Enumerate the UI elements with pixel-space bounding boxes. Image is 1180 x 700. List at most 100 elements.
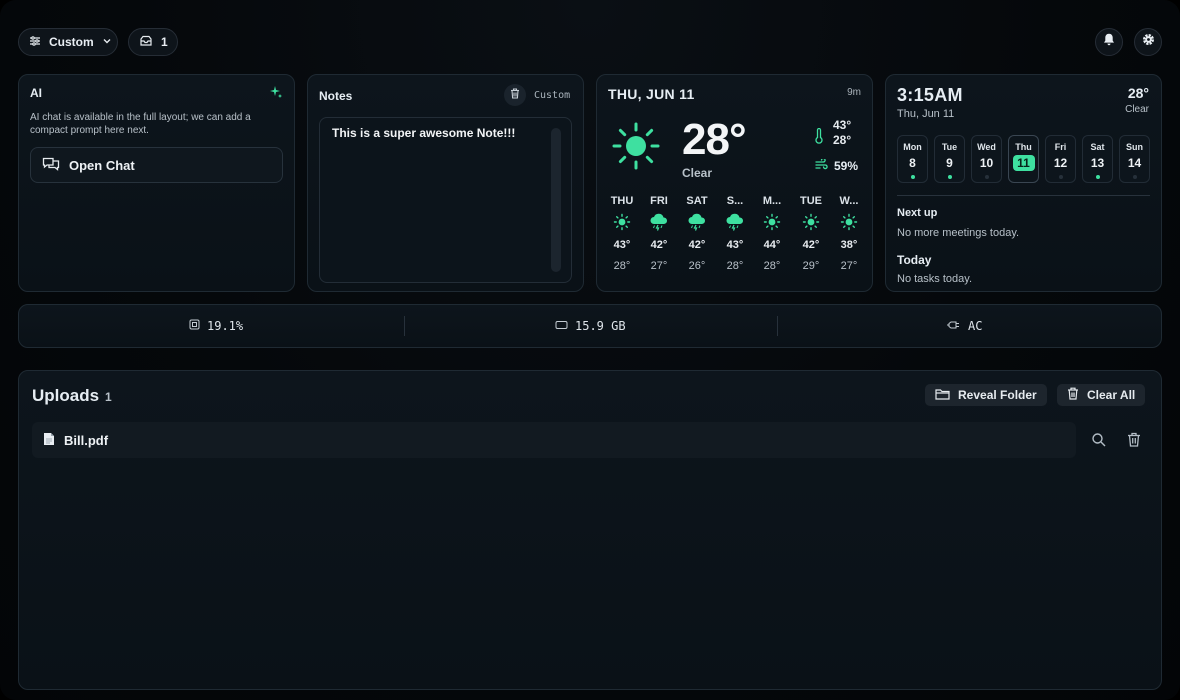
notifications-button[interactable] bbox=[1095, 28, 1123, 56]
forecast-day-name: TUE bbox=[800, 195, 822, 207]
forecast-day-name: W... bbox=[839, 195, 859, 207]
calendar-day[interactable]: Fri 12 bbox=[1045, 135, 1076, 183]
forecast-low: 28° bbox=[763, 260, 781, 272]
forecast-day-name: FRI bbox=[650, 195, 668, 207]
forecast-day: W... 38° 27° bbox=[831, 195, 867, 272]
layout-selector[interactable]: Custom bbox=[18, 28, 118, 56]
layout-label: Custom bbox=[49, 35, 94, 49]
notes-scrollbar[interactable] bbox=[551, 128, 561, 272]
weather-humidity-row: 59% bbox=[815, 157, 858, 173]
weather-high-low: 43° 28° bbox=[833, 118, 851, 148]
thermometer-icon bbox=[815, 127, 823, 149]
clear-all-button[interactable]: Clear All bbox=[1057, 384, 1146, 406]
event-dot bbox=[1132, 175, 1137, 179]
event-dot bbox=[984, 175, 989, 179]
memory-value: 15.9 GB bbox=[575, 319, 626, 333]
calendar-day[interactable]: Sun 14 bbox=[1119, 135, 1150, 183]
reveal-folder-button[interactable]: Reveal Folder bbox=[925, 384, 1047, 406]
calendar-day[interactable]: Sat 13 bbox=[1082, 135, 1113, 183]
forecast-day: SAT 42° 26° bbox=[679, 195, 715, 272]
notes-delete-button[interactable] bbox=[504, 84, 526, 106]
forecast-low: 27° bbox=[840, 260, 858, 272]
calendar-day-number: 9 bbox=[946, 156, 953, 170]
forecast-high: 42° bbox=[802, 239, 820, 251]
calendar-card: 3:15AM Thu, Jun 11 28° Clear Mon 8 Tue 9 Wed… bbox=[885, 74, 1162, 292]
forecast-day: FRI 42° 27° bbox=[641, 195, 677, 272]
sun-icon bbox=[754, 211, 790, 233]
clear-all-label: Clear All bbox=[1087, 388, 1136, 402]
forecast-low: 28° bbox=[726, 260, 744, 272]
weather-condition: Clear bbox=[682, 166, 713, 180]
forecast-low: 28° bbox=[613, 260, 631, 272]
calendar-temperature: 28° bbox=[1127, 85, 1149, 101]
divider bbox=[897, 195, 1150, 196]
forecast-high: 44° bbox=[763, 239, 781, 251]
calendar-day[interactable]: Tue 9 bbox=[934, 135, 965, 183]
sun-icon bbox=[793, 211, 829, 233]
ai-description: AI chat is available in the full layout;… bbox=[30, 112, 251, 136]
notes-mode[interactable]: Custom bbox=[534, 90, 570, 101]
calendar-day-number: 14 bbox=[1127, 156, 1142, 170]
calendar-day-name: Mon bbox=[903, 142, 922, 152]
cpu-icon bbox=[189, 319, 200, 333]
calendar-day[interactable]: Mon 8 bbox=[897, 135, 928, 183]
weather-updated: 9m bbox=[847, 87, 861, 98]
uploads-count: 1 bbox=[105, 390, 112, 404]
power-value: AC bbox=[968, 319, 983, 333]
search-icon[interactable] bbox=[1091, 432, 1107, 453]
calendar-day[interactable]: Thu 11 bbox=[1008, 135, 1039, 183]
storm-icon bbox=[679, 211, 715, 233]
event-dot bbox=[947, 175, 952, 179]
upload-file-name: Bill.pdf bbox=[64, 432, 109, 448]
calendar-day[interactable]: Wed 10 bbox=[971, 135, 1002, 183]
stat-divider bbox=[777, 316, 778, 336]
today-text: No tasks today. bbox=[897, 273, 972, 285]
notes-textarea[interactable]: This is a super awesome Note!!! bbox=[319, 117, 572, 283]
storm-icon bbox=[641, 211, 677, 233]
sun-icon bbox=[611, 121, 661, 176]
inbox-icon bbox=[139, 35, 153, 50]
system-stats-bar: 19.1% 15.9 GB AC bbox=[18, 304, 1162, 348]
calendar-day-number: 10 bbox=[979, 156, 994, 170]
wind-icon bbox=[815, 157, 828, 173]
weather-temperature: 28° bbox=[682, 115, 747, 164]
forecast-high: 42° bbox=[688, 239, 706, 251]
weather-high: 43° bbox=[833, 118, 852, 132]
notes-content: This is a super awesome Note!!! bbox=[332, 126, 516, 140]
trash-icon bbox=[510, 86, 520, 104]
sun-icon bbox=[604, 211, 640, 233]
forecast-high: 38° bbox=[840, 239, 858, 251]
notes-title: Notes bbox=[319, 89, 353, 103]
power-stat: AC bbox=[946, 319, 982, 333]
open-chat-button[interactable]: Open Chat bbox=[30, 147, 283, 183]
sparkle-icon bbox=[269, 85, 283, 104]
weather-date: THU, JUN 11 bbox=[608, 86, 695, 102]
notes-card: Notes Custom This is a super awesome Not… bbox=[307, 74, 584, 292]
forecast-high: 43° bbox=[726, 239, 744, 251]
document-icon bbox=[43, 432, 55, 449]
uploads-title: Uploads bbox=[32, 386, 100, 405]
event-dot bbox=[910, 175, 915, 179]
next-up-heading: Next up bbox=[897, 207, 938, 219]
forecast-day: THU 43° 28° bbox=[604, 195, 640, 272]
sliders-icon bbox=[29, 35, 41, 50]
calendar-day-name: Tue bbox=[941, 142, 958, 152]
calendar-condition: Clear bbox=[1125, 104, 1149, 115]
cpu-value: 19.1% bbox=[207, 319, 244, 333]
forecast-day-name: S... bbox=[726, 195, 744, 207]
clock-time: 3:15AM bbox=[897, 85, 963, 105]
uploads-panel: Uploads 1 Reveal Folder Clear All Bill.p… bbox=[18, 370, 1162, 690]
calendar-day-number: 13 bbox=[1090, 156, 1105, 170]
trash-icon bbox=[1067, 387, 1079, 403]
settings-button[interactable] bbox=[1134, 28, 1162, 56]
calendar-day-name: Fri bbox=[1054, 142, 1067, 152]
forecast-high: 42° bbox=[650, 239, 668, 251]
upload-file-row[interactable]: Bill.pdf bbox=[32, 422, 1076, 458]
weather-low: 28° bbox=[833, 133, 852, 147]
calendar-day-name: Sat bbox=[1090, 142, 1105, 152]
inbox-count: 1 bbox=[161, 35, 168, 49]
trash-icon[interactable] bbox=[1127, 432, 1141, 452]
ai-card: AI AI chat is available in the full layo… bbox=[18, 74, 295, 292]
gear-icon bbox=[1142, 33, 1155, 51]
inbox-button[interactable]: 1 bbox=[128, 28, 178, 56]
